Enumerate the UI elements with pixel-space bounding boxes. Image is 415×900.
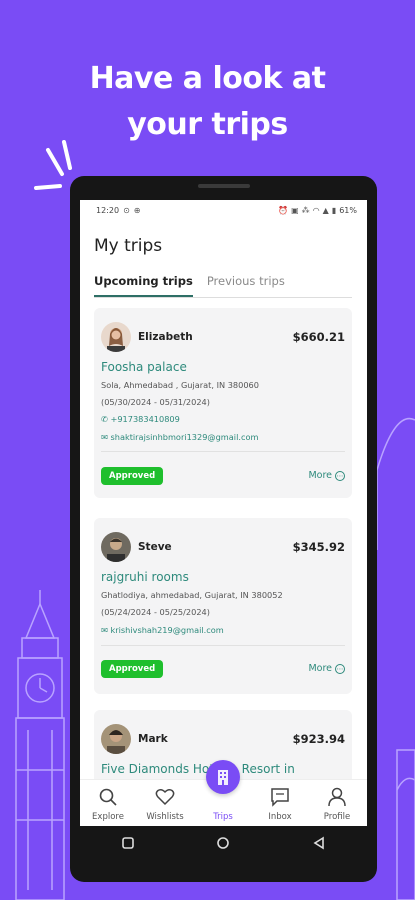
nav-trips-label: Trips [213, 812, 233, 822]
hotel-name[interactable]: Five Diamonds Hotel & Resort in [101, 762, 295, 776]
nav-profile-label: Profile [323, 812, 351, 822]
promo-headline: Have a look at your trips [0, 56, 415, 148]
tab-upcoming-trips[interactable]: Upcoming trips [94, 274, 193, 297]
hotel-name[interactable]: Foosha palace [101, 360, 187, 374]
more-label: More [308, 663, 332, 674]
more-icon: ⋯ [335, 470, 345, 481]
guest-email[interactable]: ✉ krishivshah219@gmail.com [101, 625, 224, 635]
avatar [101, 532, 131, 562]
nav-explore[interactable]: Explore [80, 786, 136, 822]
card-divider [101, 645, 345, 646]
heart-icon [137, 786, 193, 808]
trip-price: $923.94 [292, 732, 345, 746]
hotel-address: Sola, Ahmedabad , Gujarat, IN 380060 [101, 380, 259, 390]
nav-wishlists-label: Wishlists [146, 812, 184, 822]
more-button[interactable]: More ⋯ [308, 663, 345, 674]
sync-icon: ⊕ [133, 205, 141, 215]
mail-icon: ✉ [101, 625, 108, 635]
tab-previous-trips[interactable]: Previous trips [207, 274, 285, 297]
trip-price: $345.92 [292, 540, 345, 554]
guest-phone[interactable]: ✆ +917383410809 [101, 414, 180, 424]
guest-email-text: krishivshah219@gmail.com [110, 625, 224, 635]
back-icon[interactable] [312, 836, 326, 850]
wifi-icon: ◠ [312, 205, 320, 215]
guest-name: Elizabeth [138, 331, 193, 343]
nav-profile[interactable]: Profile [309, 786, 365, 822]
status-badge: Approved [101, 467, 164, 485]
headline-line-1: Have a look at [89, 61, 326, 96]
silent-icon: ⁂ [301, 205, 310, 215]
phone-icon: ✆ [101, 414, 108, 424]
nav-inbox-label: Inbox [268, 812, 292, 822]
guest-phone-text: +917383410809 [110, 414, 180, 424]
dome-illustration [376, 417, 415, 900]
nav-explore-label: Explore [92, 812, 124, 822]
nav-trips[interactable]: Trips [195, 760, 251, 822]
battery-level: 61% [339, 205, 357, 215]
home-icon[interactable] [216, 836, 230, 850]
person-icon [309, 786, 365, 808]
message-icon [252, 786, 308, 808]
status-badge: Approved [101, 660, 164, 678]
status-bar: 12:20 ⊙ ⊕ ⏰ ▣ ⁂ ◠ ▲ ▮ 61% [80, 200, 367, 220]
nav-wishlists[interactable]: Wishlists [137, 786, 193, 822]
more-label: More [308, 470, 332, 481]
avatar [101, 724, 131, 754]
phone-frame: 12:20 ⊙ ⊕ ⏰ ▣ ⁂ ◠ ▲ ▮ 61% My trips Upcom… [70, 176, 377, 882]
spark-decoration [34, 140, 72, 190]
signal-icon: ▲ [322, 205, 329, 215]
trip-dates: (05/24/2024 - 05/25/2024) [101, 607, 210, 617]
more-button[interactable]: More ⋯ [308, 470, 345, 481]
battery-icon: ▮ [331, 205, 337, 215]
mail-icon: ✉ [101, 432, 108, 442]
alarm-icon: ⏰ [278, 205, 289, 215]
sim-icon: ▣ [291, 205, 299, 215]
app-screen: 12:20 ⊙ ⊕ ⏰ ▣ ⁂ ◠ ▲ ▮ 61% My trips Upcom… [80, 200, 367, 826]
guest-email-text: shaktirajsinhbmori1329@gmail.com [110, 432, 259, 442]
notification-icon: ⊙ [123, 205, 130, 215]
card-divider [101, 451, 345, 452]
trip-dates: (05/30/2024 - 05/31/2024) [101, 397, 210, 407]
system-navigation-bar [80, 828, 367, 858]
hotel-address: Ghatlodiya, ahmedabad, Gujarat, IN 38005… [101, 590, 283, 600]
hotel-name[interactable]: rajgruhi rooms [101, 570, 189, 584]
recents-icon[interactable] [121, 836, 135, 850]
more-icon: ⋯ [335, 663, 345, 674]
bottom-navigation: Explore Wishlists Trips Inbox Profile [80, 760, 367, 826]
search-icon [80, 786, 136, 808]
phone-speaker [198, 184, 250, 188]
guest-name: Mark [138, 733, 168, 745]
avatar [101, 322, 131, 352]
trip-price: $660.21 [292, 330, 345, 344]
nav-inbox[interactable]: Inbox [252, 786, 308, 822]
trip-tabs: Upcoming trips Previous trips [94, 274, 352, 298]
trip-card[interactable]: Steve $345.92 rajgruhi rooms Ghatlodiya,… [94, 518, 352, 694]
trip-card[interactable]: Elizabeth $660.21 Foosha palace Sola, Ah… [94, 308, 352, 498]
guest-email[interactable]: ✉ shaktirajsinhbmori1329@gmail.com [101, 432, 258, 442]
big-ben-illustration [15, 590, 65, 900]
page-title: My trips [94, 236, 163, 256]
status-time: 12:20 [96, 205, 120, 215]
building-icon [206, 760, 240, 794]
guest-name: Steve [138, 541, 172, 553]
